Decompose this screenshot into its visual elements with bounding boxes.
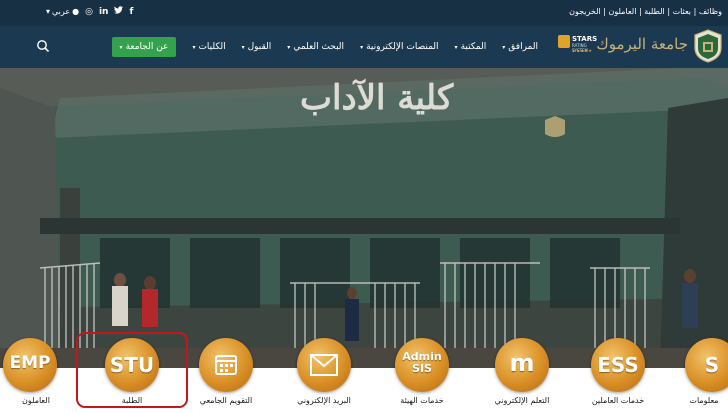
nav-item-colleges[interactable]: الكليات ▾ [192,42,225,52]
moodle-code: m [509,349,535,377]
chevron-down-icon: ▾ [192,43,196,51]
quick-link-label: البريد الإلكتروني [297,396,351,405]
language-label: عربي [52,7,71,16]
quick-link-label: التعلم الإلكتروني [494,396,550,405]
stars-logo-icon [558,35,570,48]
ess-code: ESS [597,353,639,377]
hero-image: كلية الآداب [0,68,728,368]
quick-link-label: التقويم الجامعي [199,396,253,405]
stars-label: STARS [572,35,598,43]
nav-item-about[interactable]: عن الجامعة ▾ [111,37,177,57]
nav-item-label: المنصات الإلكترونية [366,42,439,52]
nav-item-label: عن الجامعة [125,42,169,52]
chevron-down-icon: ▾ [119,43,123,51]
building-sign: كلية الآداب [300,78,454,118]
nav-item-label: القبول [247,42,272,52]
stars-rating-badge[interactable]: STARS RATING SYSTEM ★★★★★ [558,35,598,53]
nav-item-library[interactable]: المكتبة ▾ [455,42,487,52]
globe-icon: ● [72,7,80,16]
top-links[interactable]: وظائف | بعثات | الطلبة | العاملون | الخر… [569,7,722,16]
chevron-down-icon: ▾ [502,43,506,51]
admin-sis-icon: Admin SIS [395,338,449,392]
top-bar: ▾ عربي ● ◎ in f وظائف | بعثات | الطلبة |… [0,0,728,26]
ess-icon: ESS [591,338,645,392]
social-links: ▾ عربي ● ◎ in f [46,6,133,17]
nav-item-label: البحث العلمي [293,42,345,52]
linkedin-icon[interactable]: in [99,7,109,17]
chevron-down-icon: ▾ [287,43,291,51]
chevron-down-icon: ▾ [241,43,245,51]
nav-item-research[interactable]: البحث العلمي ▾ [287,42,344,52]
quick-link-ess[interactable]: ESS خدمات العاملين [578,338,658,413]
nav-item-e-platforms[interactable]: المنصات الإلكترونية ▾ [360,42,438,52]
nav-item-label: المرافق [508,42,538,52]
twitter-icon[interactable] [114,6,124,17]
quick-link-info[interactable]: S معلومات [672,338,728,413]
quick-link-calendar[interactable]: التقويم الجامعي [186,338,266,413]
nav-item-facilities[interactable]: المرافق ▾ [502,42,538,52]
nav-menu: عن الجامعة ▾ الكليات ▾ القبول ▾ البحث ال… [111,37,538,57]
highlight-box [76,332,188,408]
admin-sis-code: Admin SIS [402,350,442,375]
chevron-down-icon: ▾ [454,43,458,51]
quick-link-staff[interactable]: EMP العاملون [0,338,70,413]
chevron-down-icon: ▾ [46,7,51,16]
emp-code: EMP [9,353,51,373]
language-selector[interactable]: ▾ عربي ● [46,7,79,16]
info-icon: S [685,338,728,392]
moodle-icon: m [495,338,549,392]
quick-link-label: خدمات العاملين [591,396,645,405]
nav-item-label: الكليات [198,42,226,52]
quick-link-email[interactable]: البريد الإلكتروني [284,338,364,413]
instagram-icon[interactable]: ◎ [85,7,93,17]
info-code: S [704,353,720,377]
quick-link-admin-sis[interactable]: Admin SIS خدمات الهيئة [382,338,462,413]
stars-rating-stars: ★★★★★ [572,48,593,53]
nav-item-label: المكتبة [460,42,487,52]
university-name[interactable]: جامعة اليرموك [596,35,688,53]
mail-icon [297,338,351,392]
emp-icon: EMP [3,338,57,392]
chevron-down-icon: ▾ [360,43,364,51]
search-icon[interactable] [36,39,50,53]
quick-link-label: العاملون [22,396,50,405]
calendar-icon [199,338,253,392]
main-navbar: جامعة اليرموك STARS RATING SYSTEM ★★★★★ … [0,26,728,68]
nav-item-admission[interactable]: القبول ▾ [242,42,272,52]
quick-link-label: معلومات [689,396,719,405]
quick-link-label: خدمات الهيئة [400,396,444,405]
university-emblem-icon[interactable] [692,28,724,64]
quick-link-elearning[interactable]: m التعلم الإلكتروني [482,338,562,413]
facebook-icon[interactable]: f [129,7,133,17]
